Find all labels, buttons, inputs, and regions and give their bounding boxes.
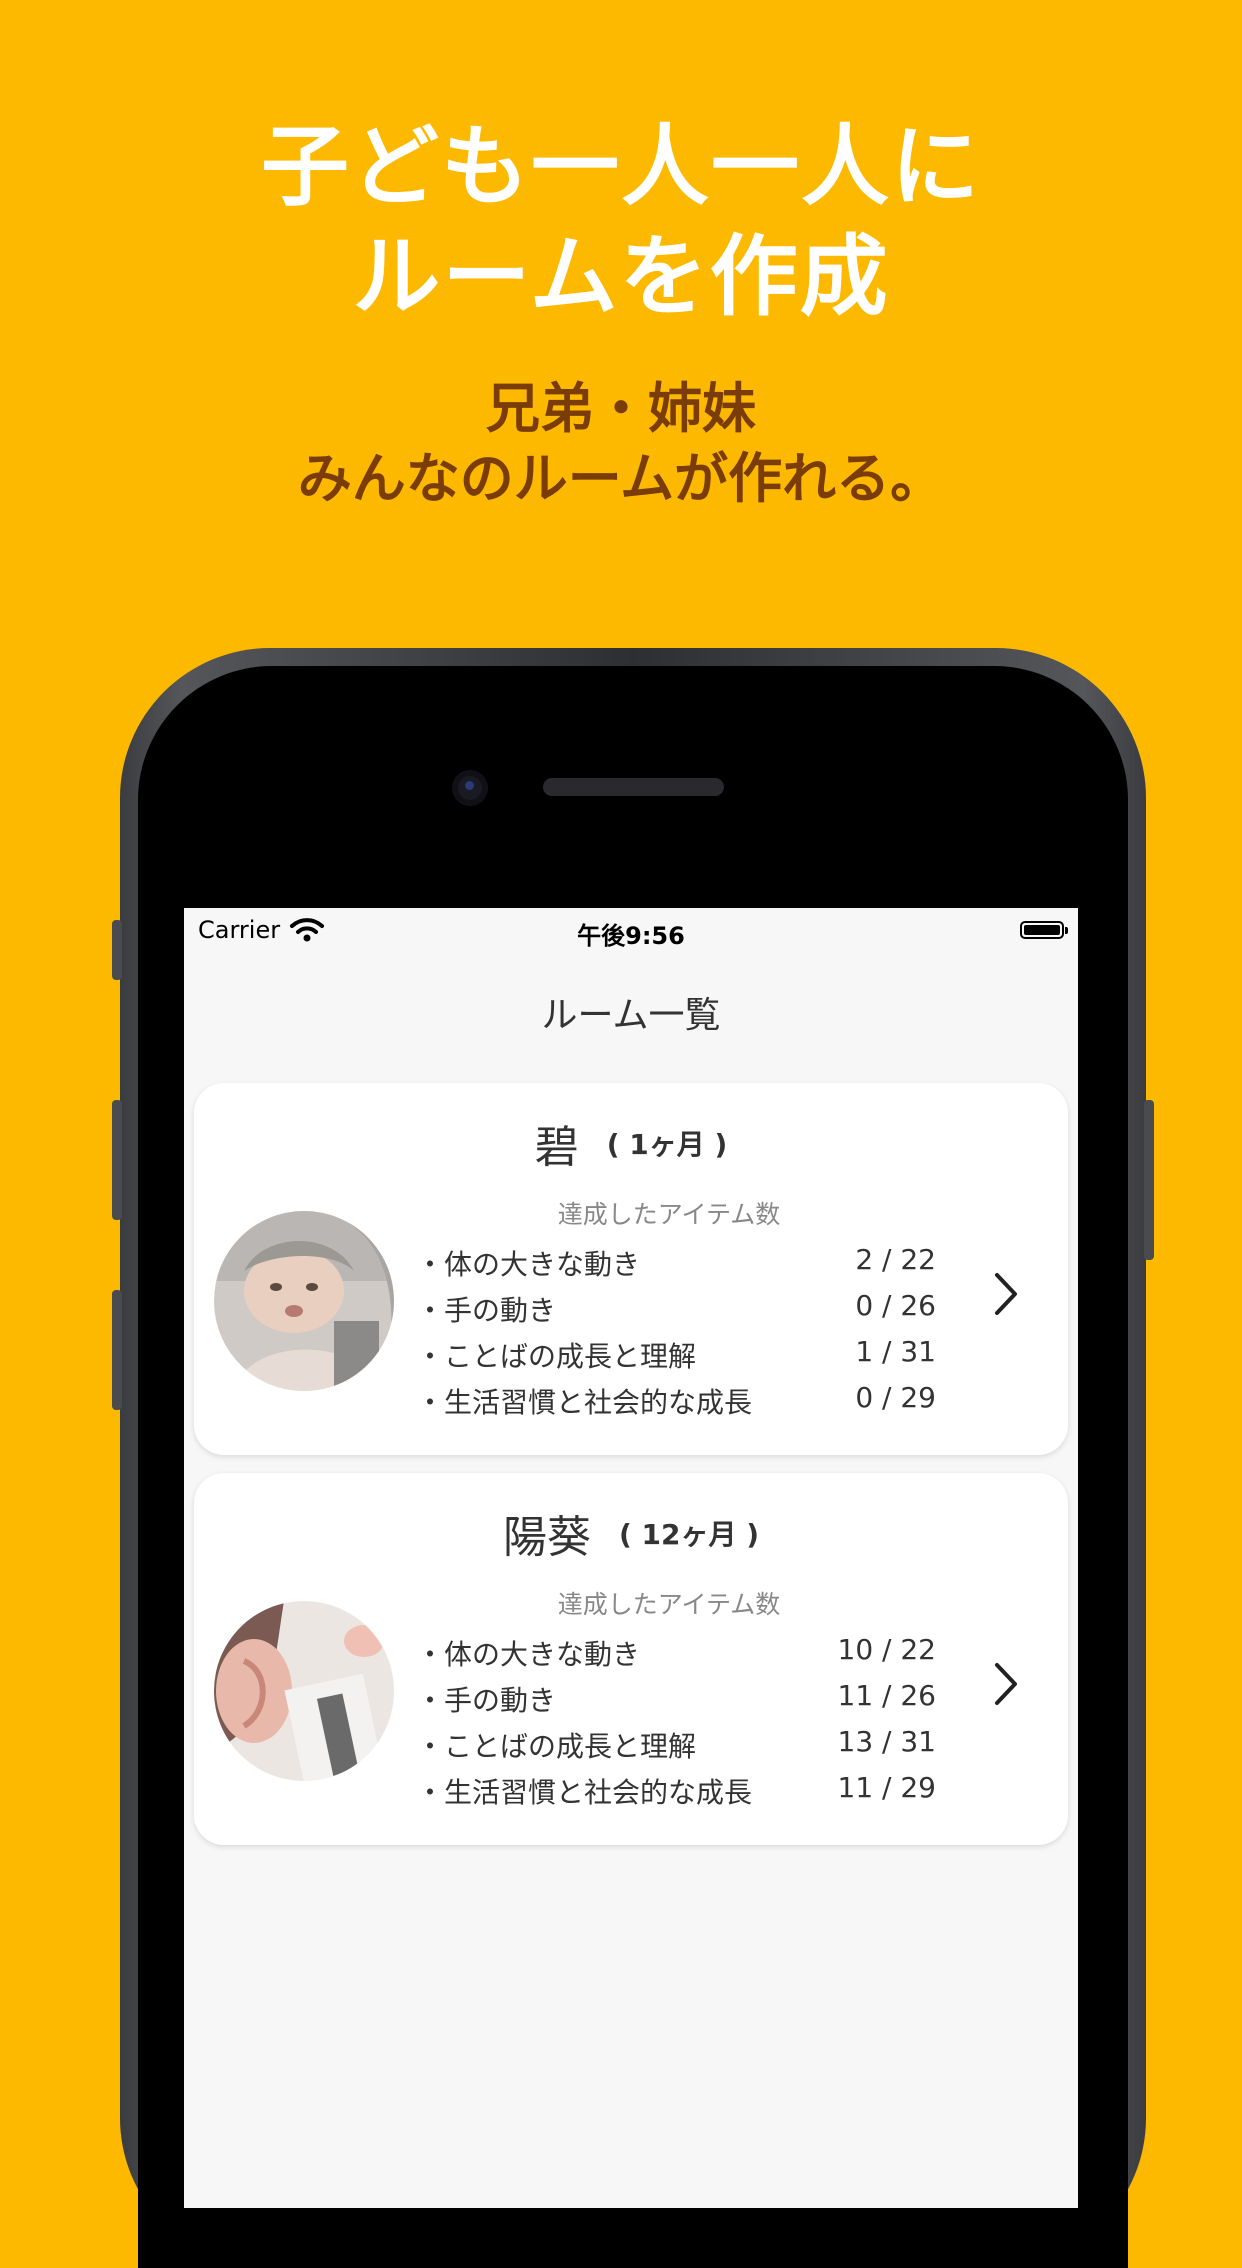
room-age: ( 12ヶ月 ) [618,1518,760,1551]
item-count: 1 / 31 [855,1335,936,1368]
app-screen: Carrier 午後9:56 ルーム一覧 碧 ( 1ヶ月 ) 達成したアイテム数 … [184,908,1078,2208]
child-avatar [214,1211,394,1391]
item-count: 11 / 26 [837,1679,937,1712]
front-camera-icon [452,770,488,806]
list-item: ・手の動き 11 / 26 [416,1674,936,1720]
list-item: ・生活習慣と社会的な成長 11 / 29 [416,1766,936,1812]
room-name: 碧 [534,1122,579,1173]
room-title: 陽葵 ( 12ヶ月 ) [194,1501,1068,1565]
item-label: ・生活習慣と社会的な成長 [416,1776,753,1809]
headline-line-2: ルームを作成 [352,225,890,328]
subheadline: 兄弟・姉妹 みんなのルームが作れる。 [0,374,1242,514]
item-label: ・ことばの成長と理解 [416,1730,697,1763]
headline: 子ども一人一人に ルームを作成 [0,112,1242,332]
item-count: 0 / 29 [855,1381,936,1414]
item-label: ・ことばの成長と理解 [416,1340,697,1373]
list-item: ・ことばの成長と理解 13 / 31 [416,1720,936,1766]
item-label: ・生活習慣と社会的な成長 [416,1386,753,1419]
achievement-list: ・体の大きな動き 10 / 22 ・手の動き 11 / 26 ・ことばの成長と理… [416,1628,936,1812]
chevron-right-icon[interactable] [992,1271,1020,1321]
chevron-right-icon[interactable] [992,1661,1020,1711]
list-item: ・体の大きな動き 10 / 22 [416,1628,936,1674]
item-count: 2 / 22 [855,1243,936,1276]
status-bar: Carrier 午後9:56 [184,908,1078,960]
list-item: ・生活習慣と社会的な成長 0 / 29 [416,1376,936,1422]
item-label: ・体の大きな動き [416,1248,641,1281]
room-card[interactable]: 陽葵 ( 12ヶ月 ) 達成したアイテム数 ・体の大きな動き 10 / 22 ・手… [194,1473,1068,1845]
status-time: 午後9:56 [577,922,685,950]
list-item: ・手の動き 0 / 26 [416,1284,936,1330]
headline-line-1: 子ども一人一人に [260,115,981,218]
subheadline-line-1: 兄弟・姉妹 [486,377,756,440]
volume-down-button [112,1290,122,1410]
speaker-grille [543,778,724,796]
room-title: 碧 ( 1ヶ月 ) [194,1111,1068,1175]
mute-switch [112,920,122,980]
subheadline-line-2: みんなのルームが作れる。 [297,447,945,510]
item-label: ・手の動き [416,1684,557,1717]
item-count: 0 / 26 [855,1289,936,1322]
room-name: 陽葵 [502,1512,591,1563]
page-title: ルーム一覧 [541,995,721,1036]
achievement-list: ・体の大きな動き 2 / 22 ・手の動き 0 / 26 ・ことばの成長と理解 … [416,1238,936,1422]
room-card[interactable]: 碧 ( 1ヶ月 ) 達成したアイテム数 ・体の大きな動き 2 / 22 ・手の動き… [194,1083,1068,1455]
item-label: ・手の動き [416,1294,557,1327]
list-item: ・体の大きな動き 2 / 22 [416,1238,936,1284]
item-count: 10 / 22 [837,1633,937,1666]
item-count: 11 / 29 [837,1771,937,1804]
achieved-items-label: 達成したアイテム数 [557,1200,781,1229]
list-item: ・ことばの成長と理解 1 / 31 [416,1330,936,1376]
item-label: ・体の大きな動き [416,1638,641,1671]
battery-icon [1020,921,1068,939]
child-avatar [214,1601,394,1781]
room-age: ( 1ヶ月 ) [606,1128,728,1161]
power-button [1144,1100,1154,1260]
item-count: 13 / 31 [837,1725,937,1758]
achieved-items-label: 達成したアイテム数 [557,1590,781,1619]
volume-up-button [112,1100,122,1220]
